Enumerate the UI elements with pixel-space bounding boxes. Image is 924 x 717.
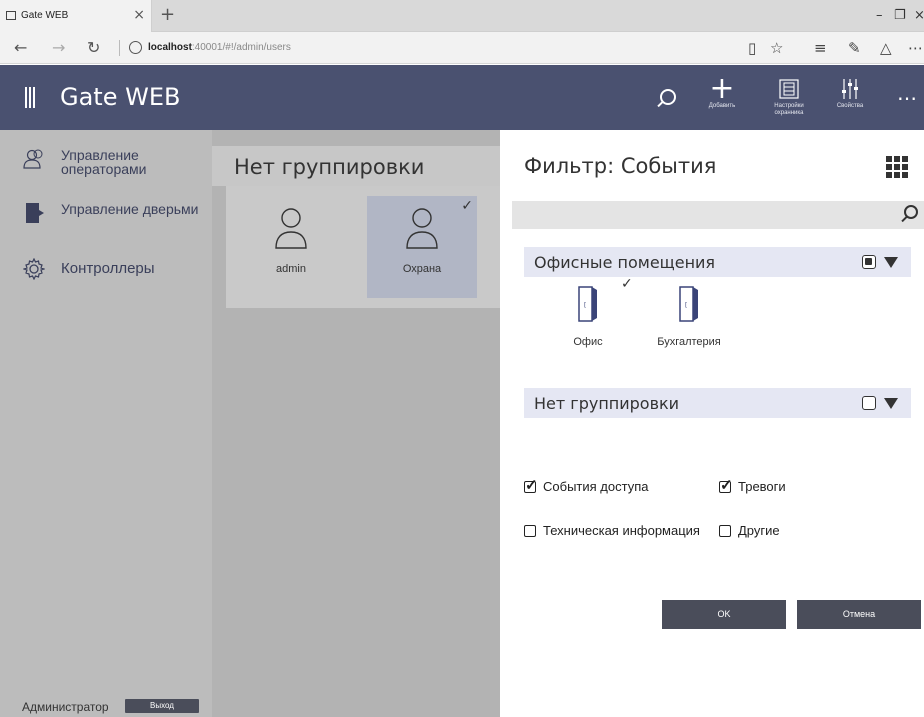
checkbox-checked-icon — [524, 476, 538, 494]
checkbox-label: Тревоги — [738, 479, 786, 494]
filter-group-none[interactable]: Нет группировки — [524, 388, 911, 418]
address-url[interactable]: localhost:40001/#!/admin/users — [148, 42, 291, 53]
guard-settings-button[interactable]: Настройки охранника — [765, 77, 813, 117]
close-window-icon[interactable]: × — [914, 8, 924, 23]
filter-title: Фильтр: События — [524, 154, 717, 178]
properties-label: Свойства — [836, 103, 864, 109]
sidebar-item-controllers[interactable]: Контроллеры — [0, 248, 212, 296]
checkbox-empty-icon — [719, 525, 731, 537]
door-name: Офис — [573, 336, 603, 348]
door-name: Бухгалтерия — [657, 336, 721, 348]
properties-button[interactable]: Свойства — [826, 77, 874, 110]
plus-icon: + — [709, 71, 735, 106]
checkbox-checked-icon — [719, 476, 733, 494]
address-bar-row: ← → ↻ localhost:40001/#!/admin/users ▯ ☆… — [0, 32, 924, 64]
back-icon[interactable]: ← — [14, 38, 27, 57]
svg-text:[: [ — [685, 302, 687, 309]
ok-button[interactable]: OK — [662, 600, 786, 629]
door-item-accounting[interactable]: [ Бухгалтерия — [649, 286, 729, 356]
search-icon[interactable] — [904, 205, 918, 219]
filter-group-office[interactable]: Офисные помещения — [524, 247, 911, 277]
globe-icon — [129, 41, 142, 54]
current-user: Администратор — [22, 700, 109, 714]
door-item-office[interactable]: [ Офис — [548, 286, 628, 356]
grid-view-icon[interactable] — [886, 156, 908, 178]
user-card-guard[interactable]: ✓ Охрана — [367, 196, 477, 298]
expand-triangle-icon[interactable] — [884, 257, 898, 268]
search-icon[interactable] — [660, 89, 676, 105]
hub-icon[interactable]: ≡ — [814, 39, 827, 57]
logout-button[interactable]: Выход — [125, 699, 199, 713]
more-browser-icon[interactable]: ⋯ — [908, 39, 923, 57]
filter-group-name: Офисные помещения — [534, 253, 716, 272]
operators-icon — [23, 149, 43, 169]
app-title: Gate WEB — [60, 83, 181, 111]
checkbox-empty-icon — [524, 525, 536, 537]
refresh-icon[interactable]: ↻ — [87, 38, 100, 57]
group-checkbox[interactable] — [862, 255, 876, 269]
menu-icon[interactable] — [25, 87, 36, 108]
share-icon[interactable]: △ — [880, 39, 892, 57]
browser-tab-strip: Gate WEB × + – ❐ × — [0, 0, 924, 32]
sidebar: Управление операторами Управление дверьм… — [0, 130, 212, 717]
address-separator — [119, 40, 120, 56]
filter-group-name: Нет группировки — [534, 394, 680, 413]
favorite-star-icon[interactable]: ☆ — [770, 39, 783, 57]
door-icon: [ — [578, 286, 597, 322]
door-checked-icon: ✓ — [621, 276, 633, 292]
selected-check-icon: ✓ — [461, 198, 473, 214]
checkbox-label: Техническая информация — [543, 523, 700, 538]
sidebar-item-operators[interactable]: Управление операторами — [0, 138, 212, 186]
more-icon[interactable]: … — [897, 81, 918, 105]
door-icon: [ — [679, 286, 698, 322]
add-button-label: Добавить — [708, 103, 736, 109]
minimize-icon[interactable]: – — [876, 8, 883, 23]
tab-page-icon — [6, 11, 16, 20]
group-checkbox[interactable] — [862, 396, 876, 410]
svg-text:[: [ — [584, 302, 586, 309]
new-tab-button[interactable]: + — [160, 4, 175, 25]
user-icon — [406, 208, 438, 249]
users-area: Нет группировки admin ✓ Охрана — [212, 130, 500, 717]
guard-settings-icon — [765, 77, 813, 103]
close-tab-icon[interactable]: × — [133, 7, 145, 23]
cancel-button[interactable]: Отмена — [797, 600, 921, 629]
user-card-admin[interactable]: admin — [236, 196, 346, 298]
sidebar-item-label: Управление операторами — [61, 147, 147, 177]
sidebar-footer: Администратор Выход — [0, 696, 212, 717]
guard-settings-label: Настройки охранника — [774, 103, 804, 116]
app-header: Gate WEB + Добавить Настройки охранника … — [0, 65, 924, 130]
add-button[interactable]: + Добавить — [698, 71, 746, 110]
filter-panel: Фильтр: События Офисные помещения [ Офис… — [500, 130, 924, 717]
users-panel: admin ✓ Охрана — [226, 186, 500, 308]
group-title: Нет группировки — [234, 155, 425, 179]
user-name: Охрана — [402, 263, 442, 275]
forward-icon[interactable]: → — [52, 38, 65, 57]
door-icon — [26, 203, 44, 223]
sidebar-item-label: Контроллеры — [61, 260, 155, 277]
web-note-icon[interactable]: ✎ — [848, 39, 861, 57]
user-icon — [275, 208, 307, 249]
reading-view-icon[interactable]: ▯ — [748, 39, 756, 57]
tab-title: Gate WEB — [21, 10, 69, 21]
browser-tab[interactable]: Gate WEB × — [0, 0, 152, 32]
user-name: admin — [276, 263, 306, 275]
expand-triangle-icon[interactable] — [884, 398, 898, 409]
checkbox-label: Другие — [738, 523, 780, 538]
maximize-icon[interactable]: ❐ — [894, 8, 906, 23]
filter-search-input[interactable] — [512, 201, 924, 229]
sidebar-item-doors[interactable]: Управление дверьми — [0, 192, 212, 240]
gear-icon — [23, 258, 45, 280]
checkbox-label: События доступа — [543, 479, 649, 494]
group-header: Нет группировки — [212, 146, 500, 186]
sliders-icon — [826, 77, 874, 103]
sidebar-item-label: Управление дверьми — [61, 201, 199, 217]
